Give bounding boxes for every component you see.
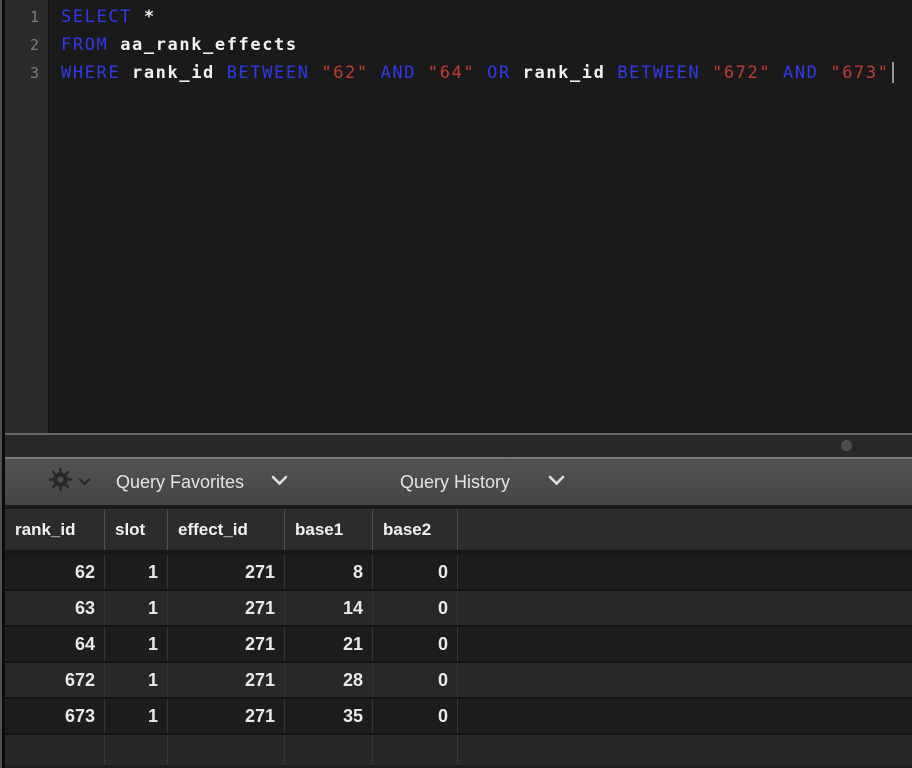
column-header-filler (458, 509, 912, 550)
line-number-gutter: 123 (5, 0, 49, 433)
sql-token-keyword: OR (487, 63, 523, 83)
column-header-base2[interactable]: base2 (373, 509, 458, 550)
cell-rank_id[interactable]: 62 (5, 555, 105, 589)
cell-base1[interactable]: 28 (285, 663, 373, 697)
sql-token-keyword: AND (783, 63, 830, 83)
table-row[interactable]: 62127180 (5, 555, 912, 591)
cell-rank_id[interactable]: 672 (5, 663, 105, 697)
chevron-down-icon (78, 473, 91, 491)
column-header-rank_id[interactable]: rank_id (5, 509, 105, 550)
cell-filler (458, 663, 912, 697)
table-row[interactable]: 6731271350 (5, 699, 912, 735)
cell-base1[interactable]: 21 (285, 627, 373, 661)
cell-filler (458, 627, 912, 661)
cell-filler (458, 555, 912, 589)
sql-token-keyword: WHERE (61, 63, 132, 83)
cell-base2[interactable]: 0 (373, 591, 458, 625)
sql-token-keyword: BETWEEN (227, 63, 322, 83)
column-header-slot[interactable]: slot (105, 509, 168, 550)
results-body: 6212718063127114064127121067212712806731… (0, 555, 912, 735)
actions-gear-button[interactable] (48, 459, 91, 505)
cell-slot[interactable]: 1 (105, 627, 168, 661)
query-toolbar: Query Favorites Query History (0, 459, 912, 505)
query-favorites-dropdown[interactable]: Query Favorites (116, 459, 288, 505)
cell-base1[interactable]: 8 (285, 555, 373, 589)
cell-base2[interactable]: 0 (373, 663, 458, 697)
cell-effect_id[interactable]: 271 (168, 627, 285, 661)
chevron-down-icon (271, 473, 288, 491)
sql-token-keyword: FROM (61, 35, 120, 55)
results-header-row: rank_idsloteffect_idbase1base2 (5, 509, 912, 550)
query-history-dropdown[interactable]: Query History (400, 459, 565, 505)
line-number: 2 (5, 31, 48, 59)
sql-token-string: "673" (830, 63, 889, 83)
cell-effect_id[interactable]: 271 (168, 591, 285, 625)
results-table: rank_idsloteffect_idbase1base2 621271806… (0, 505, 912, 768)
cell-rank_id[interactable]: 673 (5, 699, 105, 733)
line-number: 3 (5, 59, 48, 87)
cell-slot[interactable]: 1 (105, 663, 168, 697)
sql-token-ident: rank_id (132, 63, 227, 83)
sql-token-keyword: SELECT (61, 7, 144, 27)
editor-scrollbar-track[interactable] (0, 435, 912, 457)
column-header-effect_id[interactable]: effect_id (168, 509, 285, 550)
cell-slot[interactable]: 1 (105, 555, 168, 589)
query-history-label: Query History (400, 472, 510, 493)
cell-rank_id[interactable]: 64 (5, 627, 105, 661)
sql-token-ident: * (144, 7, 156, 27)
sql-token-keyword: AND (381, 63, 428, 83)
cell-filler (458, 591, 912, 625)
cell-slot[interactable]: 1 (105, 591, 168, 625)
cell-rank_id[interactable]: 63 (5, 591, 105, 625)
query-favorites-label: Query Favorites (116, 472, 244, 493)
sql-token-ident: rank_id (523, 63, 618, 83)
code-line[interactable]: SELECT * (61, 3, 912, 31)
code-line[interactable]: FROM aa_rank_effects (61, 31, 912, 59)
sql-token-string: "672" (712, 63, 783, 83)
sql-token-string: "62" (321, 63, 380, 83)
code-line[interactable]: WHERE rank_id BETWEEN "62" AND "64" OR r… (61, 59, 912, 87)
table-row[interactable]: 631271140 (5, 591, 912, 627)
sql-code[interactable]: SELECT *FROM aa_rank_effectsWHERE rank_i… (49, 0, 912, 433)
results-empty-area (5, 735, 912, 765)
sql-client-window: 123 SELECT *FROM aa_rank_effectsWHERE ra… (0, 0, 912, 768)
gear-icon (48, 467, 73, 497)
sql-token-string: "64" (428, 63, 487, 83)
empty-cell (373, 735, 458, 765)
scrollbar-thumb[interactable] (841, 440, 852, 451)
column-header-base1[interactable]: base1 (285, 509, 373, 550)
cell-slot[interactable]: 1 (105, 699, 168, 733)
line-number: 1 (5, 3, 48, 31)
cell-filler (458, 699, 912, 733)
sql-token-keyword: BETWEEN (617, 63, 712, 83)
sql-editor[interactable]: 123 SELECT *FROM aa_rank_effectsWHERE ra… (0, 0, 912, 433)
empty-cell (285, 735, 373, 765)
cell-effect_id[interactable]: 271 (168, 699, 285, 733)
text-cursor (892, 62, 894, 83)
cell-base2[interactable]: 0 (373, 555, 458, 589)
empty-cell-filler (458, 735, 912, 765)
table-row[interactable]: 641271210 (5, 627, 912, 663)
cell-base1[interactable]: 35 (285, 699, 373, 733)
empty-cell (105, 735, 168, 765)
empty-cell (5, 735, 105, 765)
empty-cell (168, 735, 285, 765)
cell-effect_id[interactable]: 271 (168, 663, 285, 697)
cell-effect_id[interactable]: 271 (168, 555, 285, 589)
chevron-down-icon (548, 473, 565, 491)
cell-base1[interactable]: 14 (285, 591, 373, 625)
table-row[interactable]: 6721271280 (5, 663, 912, 699)
cell-base2[interactable]: 0 (373, 699, 458, 733)
window-left-edge-shadow (2, 0, 5, 768)
sql-token-ident: aa_rank_effects (120, 35, 298, 55)
cell-base2[interactable]: 0 (373, 627, 458, 661)
